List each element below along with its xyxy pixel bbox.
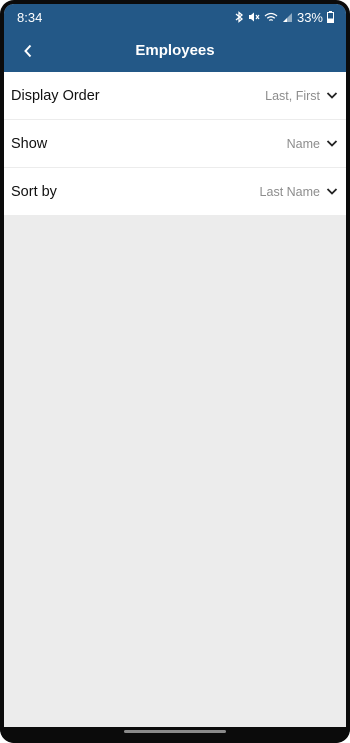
- page-title: Employees: [135, 42, 215, 59]
- chevron-down-icon: [326, 92, 338, 99]
- setting-value: Name: [286, 136, 320, 151]
- setting-display-order[interactable]: Display Order Last, First: [4, 72, 346, 120]
- status-icons: 33%: [235, 9, 334, 25]
- battery-text: 33%: [296, 9, 323, 25]
- status-time: 8:34: [17, 10, 43, 25]
- app-screen: 8:34 33% Employees Display Order Last, F…: [4, 4, 346, 727]
- setting-value: Last Name: [259, 184, 320, 199]
- setting-label: Show: [11, 135, 48, 152]
- status-bar: 8:34 33%: [4, 4, 346, 30]
- chevron-down-icon: [326, 188, 338, 195]
- app-header: Employees: [4, 30, 346, 72]
- setting-sort-by[interactable]: Sort by Last Name: [4, 168, 346, 215]
- setting-label: Sort by: [11, 183, 57, 200]
- battery-icon: [327, 11, 334, 23]
- mute-icon: [248, 11, 260, 23]
- system-nav-bar: [0, 727, 350, 743]
- settings-list: Display Order Last, First Show Name Sort…: [4, 72, 346, 215]
- setting-show[interactable]: Show Name: [4, 120, 346, 168]
- setting-value: Last, First: [265, 88, 320, 103]
- home-indicator[interactable]: [124, 730, 226, 733]
- setting-label: Display Order: [11, 87, 100, 104]
- chevron-down-icon: [326, 140, 338, 147]
- wifi-icon: [264, 12, 278, 23]
- bluetooth-icon: [235, 11, 244, 23]
- signal-icon: [282, 12, 293, 23]
- phone-frame: 8:34 33% Employees Display Order Last, F…: [0, 0, 350, 743]
